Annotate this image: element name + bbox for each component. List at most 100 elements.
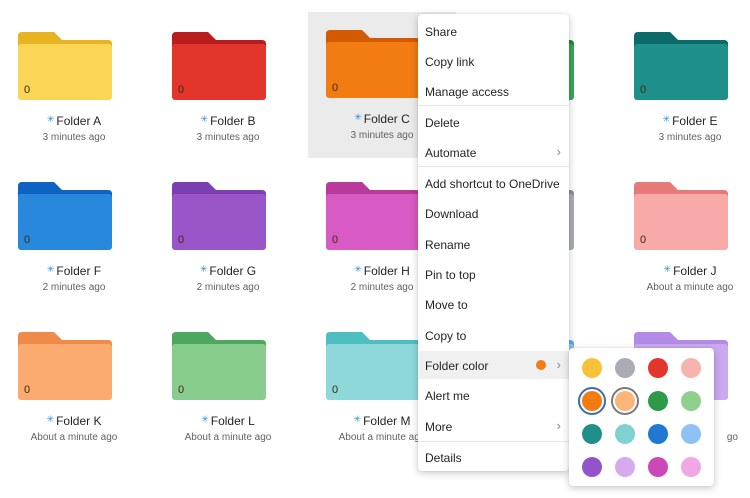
color-swatch[interactable]: [681, 424, 701, 444]
item-count: 0: [24, 84, 31, 96]
folder-tile[interactable]: 0 ✳ Folder G 2 minutes ago: [154, 164, 302, 310]
menu-item-details[interactable]: Details: [418, 443, 569, 471]
color-swatch[interactable]: [582, 457, 602, 477]
item-count: 0: [332, 384, 339, 396]
menu-item-automate[interactable]: Automate ›: [418, 138, 569, 166]
new-item-icon: ✳: [46, 414, 55, 424]
menu-divider: [418, 105, 569, 106]
folder-icon: 0: [172, 182, 266, 250]
folder-tile[interactable]: 0 ✳ Folder A 3 minutes ago: [0, 14, 148, 160]
modified-time: 2 minutes ago: [196, 282, 260, 293]
menu-item-label: Move to: [425, 298, 468, 312]
menu-item-delete[interactable]: Delete: [418, 108, 569, 136]
folder-tile[interactable]: 0 ✳ Folder L About a minute ago: [154, 314, 302, 460]
folder-name: ✳ Folder L: [154, 414, 302, 428]
color-swatch[interactable]: [681, 391, 701, 411]
menu-item-share[interactable]: Share: [418, 17, 569, 45]
modified-time: About a minute ago: [30, 432, 118, 443]
item-count: 0: [24, 384, 31, 396]
menu-item-more[interactable]: More ›: [418, 412, 569, 440]
color-swatch[interactable]: [681, 457, 701, 477]
menu-item-move-to[interactable]: Move to: [418, 290, 569, 318]
color-swatch[interactable]: [615, 457, 635, 477]
context-menu: Share Copy link Manage access Delete Automat…: [418, 14, 569, 471]
folder-name-text: Folder L: [210, 414, 255, 428]
menu-item-label: Copy link: [425, 55, 475, 69]
menu-item-rename[interactable]: Rename: [418, 230, 569, 258]
folder-name-text: Folder F: [56, 264, 102, 278]
menu-item-label: Manage access: [425, 85, 510, 99]
color-swatch[interactable]: [582, 358, 602, 378]
folder-tile[interactable]: 0 ✳ Folder F 2 minutes ago: [0, 164, 148, 310]
folder-color-palette: [569, 348, 714, 486]
item-count: 0: [178, 234, 185, 246]
color-swatch[interactable]: [615, 358, 635, 378]
color-swatch[interactable]: [578, 387, 606, 415]
folder-name: ✳ Folder J: [616, 264, 750, 278]
folder-icon: 0: [18, 32, 112, 100]
menu-item-label: Download: [425, 207, 479, 221]
item-count: 0: [178, 384, 185, 396]
menu-item-add-shortcut-to-onedrive[interactable]: Add shortcut to OneDrive: [418, 169, 569, 197]
menu-item-pin-to-top[interactable]: Pin to top: [418, 260, 569, 288]
menu-item-alert-me[interactable]: Alert me: [418, 381, 569, 409]
chevron-right-icon: ›: [556, 357, 561, 372]
folder-name: ✳ Folder G: [154, 264, 302, 278]
new-item-icon: ✳: [200, 114, 209, 124]
menu-item-label: Automate: [425, 146, 477, 160]
folder-tile[interactable]: 0 ✳ Folder J About a minute ago: [616, 164, 750, 310]
item-count: 0: [24, 234, 31, 246]
menu-item-manage-access[interactable]: Manage access: [418, 77, 569, 105]
menu-item-label: Add shortcut to OneDrive: [425, 177, 560, 191]
new-item-icon: ✳: [46, 264, 55, 274]
color-swatch[interactable]: [648, 457, 668, 477]
folder-icon: 0: [326, 30, 420, 98]
modified-time: About a minute ago: [184, 432, 272, 443]
folder-name-text: Folder H: [363, 264, 410, 278]
menu-item-label: Share: [425, 25, 458, 39]
item-count: 0: [178, 84, 185, 96]
color-swatch[interactable]: [582, 424, 602, 444]
color-swatch[interactable]: [681, 358, 701, 378]
folder-tile[interactable]: 0 ✳ Folder B 3 minutes ago: [154, 14, 302, 160]
color-swatch[interactable]: [648, 424, 668, 444]
folder-tile[interactable]: 0 ✳ Folder E 3 minutes ago: [616, 14, 750, 160]
new-item-icon: ✳: [201, 414, 209, 424]
menu-item-label: Rename: [425, 238, 471, 252]
menu-item-copy-link[interactable]: Copy link: [418, 47, 569, 75]
folder-name: ✳ Folder K: [0, 414, 148, 428]
modified-time: 2 minutes ago: [42, 282, 106, 293]
folder-name: ✳ Folder A: [0, 114, 148, 128]
menu-item-label: More: [425, 420, 453, 434]
menu-item-folder-color[interactable]: Folder color ›: [418, 351, 569, 379]
folder-name-text: Folder G: [209, 264, 257, 278]
new-item-icon: ✳: [353, 414, 362, 424]
current-color-dot: [536, 360, 546, 370]
folder-icon: 0: [18, 332, 112, 400]
folder-name-text: Folder A: [56, 114, 102, 128]
modified-time: About a minute ago: [646, 282, 734, 293]
item-count: 0: [640, 84, 647, 96]
color-swatch[interactable]: [648, 358, 668, 378]
new-item-icon: ✳: [662, 114, 671, 124]
folder-icon: 0: [172, 332, 266, 400]
folder-name-text: Folder E: [672, 114, 718, 128]
menu-divider: [418, 441, 569, 442]
menu-item-label: Alert me: [425, 389, 470, 403]
folder-icon: 0: [172, 32, 266, 100]
menu-item-copy-to[interactable]: Copy to: [418, 321, 569, 349]
menu-item-download[interactable]: Download: [418, 199, 569, 227]
folder-name-text: Folder J: [673, 264, 717, 278]
folder-tile[interactable]: 0 ✳ Folder K About a minute ago: [0, 314, 148, 460]
item-count: 0: [640, 234, 647, 246]
color-swatch[interactable]: [648, 391, 668, 411]
folder-icon: 0: [634, 182, 728, 250]
new-item-icon: ✳: [199, 264, 208, 274]
folder-name-text: Folder C: [363, 112, 410, 126]
folder-name: ✳ Folder E: [616, 114, 750, 128]
folder-name: ✳ Folder F: [0, 264, 148, 278]
color-swatch[interactable]: [615, 424, 635, 444]
color-swatch[interactable]: [611, 387, 639, 415]
folder-icon: 0: [326, 332, 420, 400]
menu-item-label: Pin to top: [425, 268, 476, 282]
